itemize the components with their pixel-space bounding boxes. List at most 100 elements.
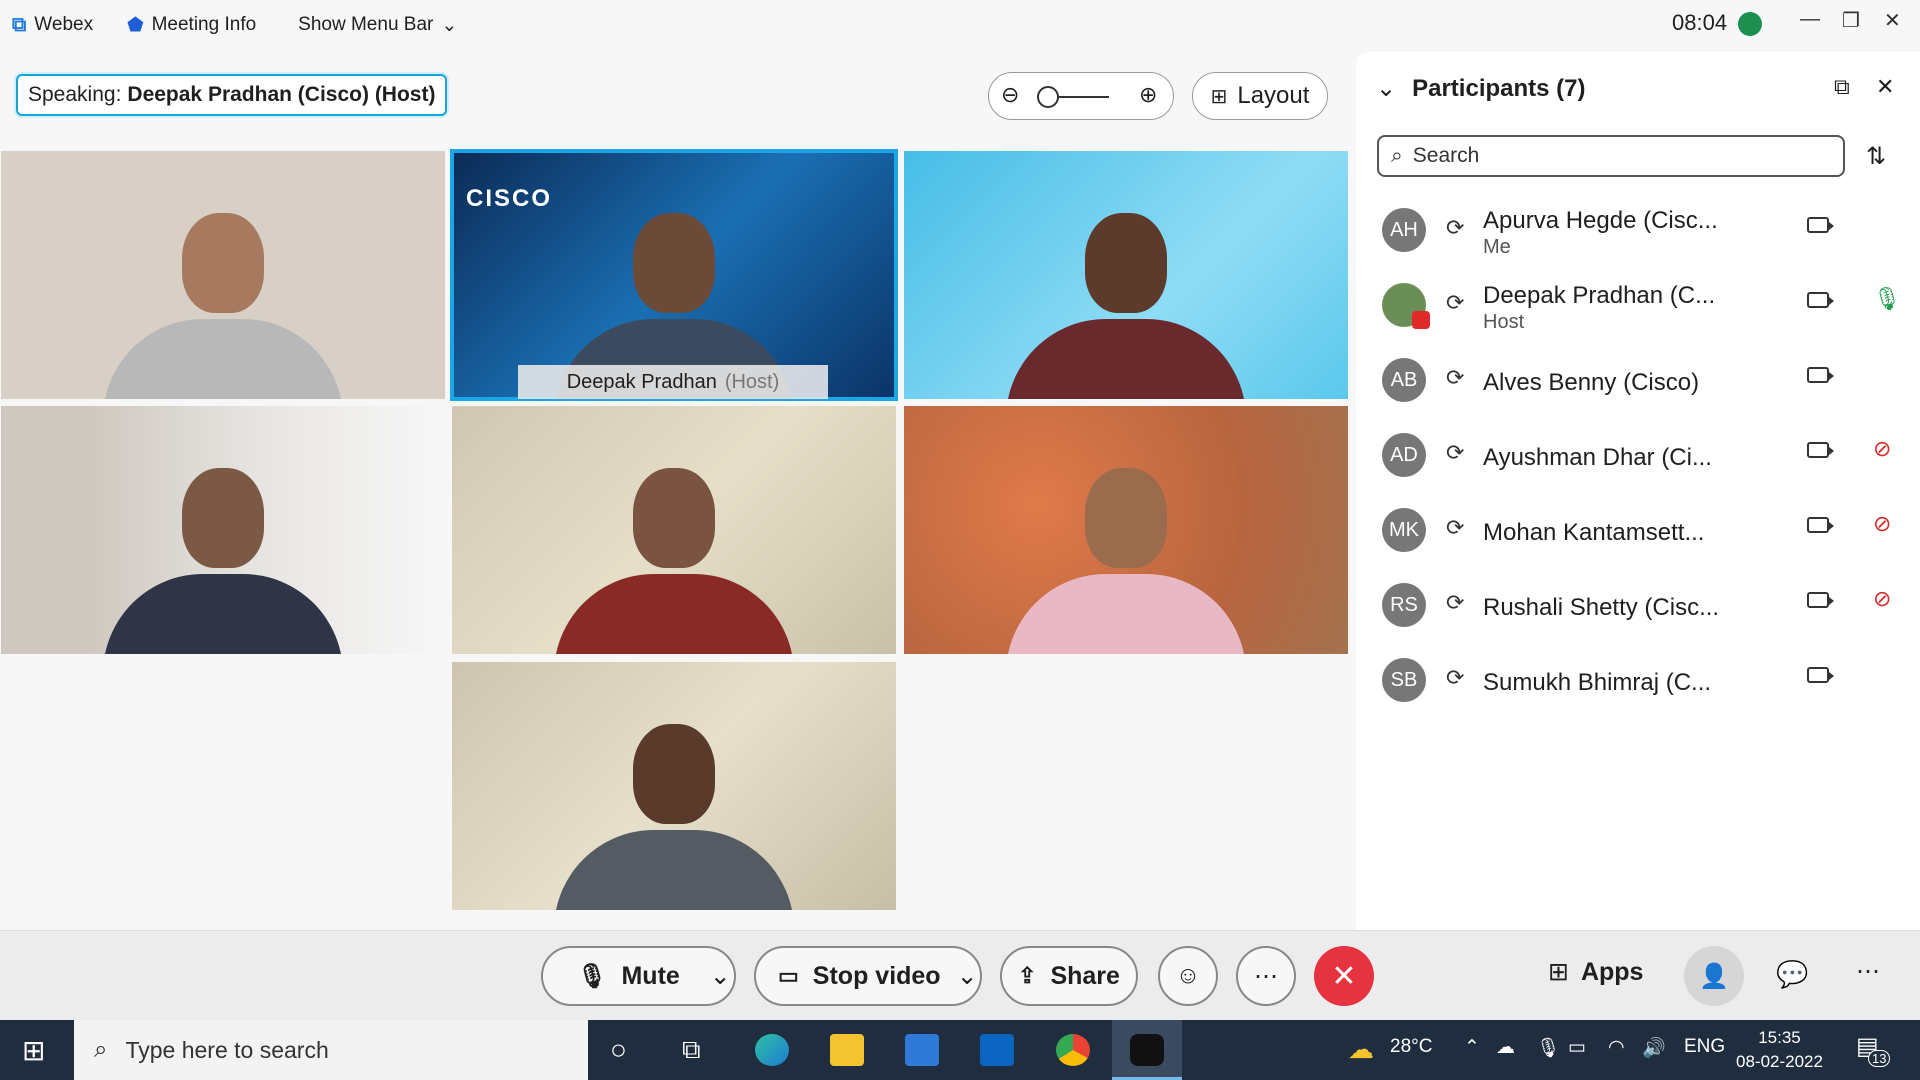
avatar [1382, 283, 1430, 329]
avatar: AB [1382, 358, 1426, 402]
video-options-chevron-icon[interactable]: ⌄ [957, 961, 978, 991]
webex-taskbar-button[interactable] [1112, 1020, 1182, 1080]
sort-icon[interactable]: ⇅ [1866, 142, 1886, 171]
avatar: AH [1382, 208, 1426, 252]
app-name: Webex [34, 14, 94, 35]
notifications-button[interactable]: ▤ 13 [1856, 1032, 1891, 1067]
video-participant-face [633, 213, 715, 313]
windows-taskbar: ⊞ ⌕ Type here to search ○ ⧉ ☁ 28°C ⌃ ☁ 🎙… [0, 1020, 1920, 1080]
headset-icon: ⟳ [1446, 515, 1465, 540]
mail-icon[interactable] [905, 1034, 939, 1066]
video-participant-body [554, 830, 794, 910]
reactions-button[interactable]: ☺ [1158, 946, 1218, 1006]
task-view-icon[interactable]: ⧉ [682, 1034, 701, 1066]
video-tile[interactable] [904, 406, 1348, 654]
participant-row[interactable]: ⟳ Deepak Pradhan (C... Host 🎙 [1376, 268, 1910, 343]
taskbar-clock[interactable]: 15:35 08-02-2022 [1736, 1026, 1823, 1074]
pop-out-icon[interactable]: ⧉ [1834, 74, 1850, 100]
meeting-info-button[interactable]: ⬟ Meeting Info [127, 14, 256, 37]
webex-app-menu[interactable]: ⧉ Webex [12, 14, 93, 37]
show-menu-bar-label: Show Menu Bar [298, 14, 434, 35]
apps-icon: ⊞ [1548, 958, 1569, 986]
outlook-icon[interactable] [980, 1034, 1014, 1066]
show-menu-bar-button[interactable]: Show Menu Bar ⌄ [298, 14, 457, 37]
restore-icon[interactable]: ❐ [1842, 8, 1860, 33]
apps-button[interactable]: ⊞ Apps [1548, 957, 1643, 987]
participant-row[interactable]: MK ⟳ Mohan Kantamsett... ⊘ [1376, 493, 1910, 568]
weather-icon[interactable]: ☁ [1348, 1034, 1374, 1065]
close-panel-icon[interactable]: ✕ [1876, 74, 1894, 100]
windows-start-icon[interactable]: ⊞ [22, 1034, 45, 1067]
video-participant-body [1006, 319, 1246, 399]
microphone-tray-icon[interactable]: 🎙 [1536, 1036, 1560, 1060]
video-tile-role: (Host) [724, 370, 780, 393]
show-hidden-icons-chevron-icon[interactable]: ⌃ [1464, 1036, 1480, 1059]
onedrive-icon[interactable]: ☁ [1496, 1036, 1515, 1059]
close-icon: ✕ [1331, 959, 1357, 993]
headset-icon: ⟳ [1446, 290, 1465, 315]
search-icon: ⌕ [94, 1036, 108, 1063]
avatar: AD [1382, 433, 1426, 477]
avatar: MK [1382, 508, 1426, 552]
collapse-chevron-icon[interactable]: ⌄ [1376, 74, 1396, 103]
zoom-slider-handle[interactable] [1037, 86, 1059, 108]
zoom-out-icon[interactable]: ⊖ [1001, 82, 1019, 108]
participant-search-input[interactable]: ⌕ Search [1377, 135, 1845, 177]
webex-logo-icon: ⧉ [12, 13, 27, 36]
chrome-icon[interactable] [1056, 1034, 1090, 1066]
participant-row[interactable]: RS ⟳ Rushali Shetty (Cisc... ⊘ [1376, 568, 1910, 643]
participant-row[interactable]: AD ⟳ Ayushman Dhar (Ci... ⊘ [1376, 418, 1910, 493]
battery-icon[interactable]: ▭ [1568, 1036, 1586, 1059]
layout-label: Layout [1237, 82, 1310, 109]
video-participant-face [633, 468, 715, 568]
cortana-icon[interactable]: ○ [610, 1034, 627, 1066]
video-tile[interactable] [904, 151, 1348, 399]
ellipsis-icon: ⋯ [1254, 962, 1278, 990]
smiley-icon: ☺ [1175, 962, 1201, 989]
microphone-muted-icon[interactable]: ⊘ [1873, 511, 1891, 537]
weather-temperature: 28°C [1390, 1036, 1433, 1057]
meeting-info-label: Meeting Info [151, 14, 257, 35]
edge-icon[interactable] [755, 1034, 789, 1066]
close-window-icon[interactable]: ✕ [1884, 8, 1901, 33]
clock-date: 08-02-2022 [1736, 1052, 1823, 1071]
layout-button[interactable]: ⊞ Layout [1192, 72, 1328, 120]
file-explorer-icon[interactable] [830, 1034, 864, 1066]
participant-row[interactable]: SB ⟳ Sumukh Bhimraj (C... [1376, 643, 1910, 718]
participant-row[interactable]: AB ⟳ Alves Benny (Cisco) [1376, 343, 1910, 418]
wifi-icon[interactable]: ◠ [1608, 1036, 1625, 1059]
zoom-control: ⊖ ⊕ [988, 72, 1174, 120]
zoom-in-icon[interactable]: ⊕ [1139, 82, 1157, 108]
video-tile[interactable] [452, 406, 896, 654]
microphone-muted-icon[interactable]: ⊘ [1873, 586, 1891, 612]
minimize-icon[interactable]: — [1800, 8, 1820, 31]
participants-button[interactable]: 👤 [1684, 946, 1744, 1006]
network-health-icon[interactable] [1738, 12, 1762, 36]
chat-button[interactable]: 💬 [1776, 959, 1808, 990]
camera-icon [1807, 517, 1834, 533]
microphone-muted-icon[interactable]: ⊘ [1873, 436, 1891, 462]
grid-layout-icon: ⊞ [1210, 85, 1228, 108]
share-button[interactable]: ⇪ Share [1000, 946, 1138, 1006]
video-tile[interactable] [1, 151, 445, 399]
camera-icon [1807, 292, 1834, 308]
video-tile-active-speaker[interactable]: CISCO Deepak Pradhan (Host) [450, 149, 898, 401]
volume-icon[interactable]: 🔊 [1642, 1036, 1666, 1060]
taskbar-search-input[interactable]: ⌕ Type here to search [74, 1020, 588, 1080]
mute-button[interactable]: 🎙 Mute ⌄ [541, 946, 736, 1006]
stop-video-button[interactable]: ▭ Stop video ⌄ [754, 946, 982, 1006]
end-call-button[interactable]: ✕ [1314, 946, 1374, 1006]
participant-row[interactable]: AH ⟳ Apurva Hegde (Cisc... Me [1376, 193, 1910, 268]
video-tile[interactable] [452, 662, 896, 910]
mute-options-chevron-icon[interactable]: ⌄ [710, 961, 731, 991]
webex-icon [1130, 1034, 1164, 1066]
cisco-logo-text: CISCO [466, 185, 553, 212]
more-options-button[interactable]: ⋯ [1236, 946, 1296, 1006]
video-tile[interactable] [1, 406, 445, 654]
apps-label: Apps [1580, 957, 1644, 986]
speaking-prefix: Speaking: [28, 83, 122, 106]
more-button[interactable]: ⋯ [1856, 957, 1880, 986]
participant-name: Deepak Pradhan (C... [1483, 282, 1716, 309]
input-language[interactable]: ENG [1684, 1036, 1725, 1058]
headset-icon: ⟳ [1446, 440, 1465, 465]
